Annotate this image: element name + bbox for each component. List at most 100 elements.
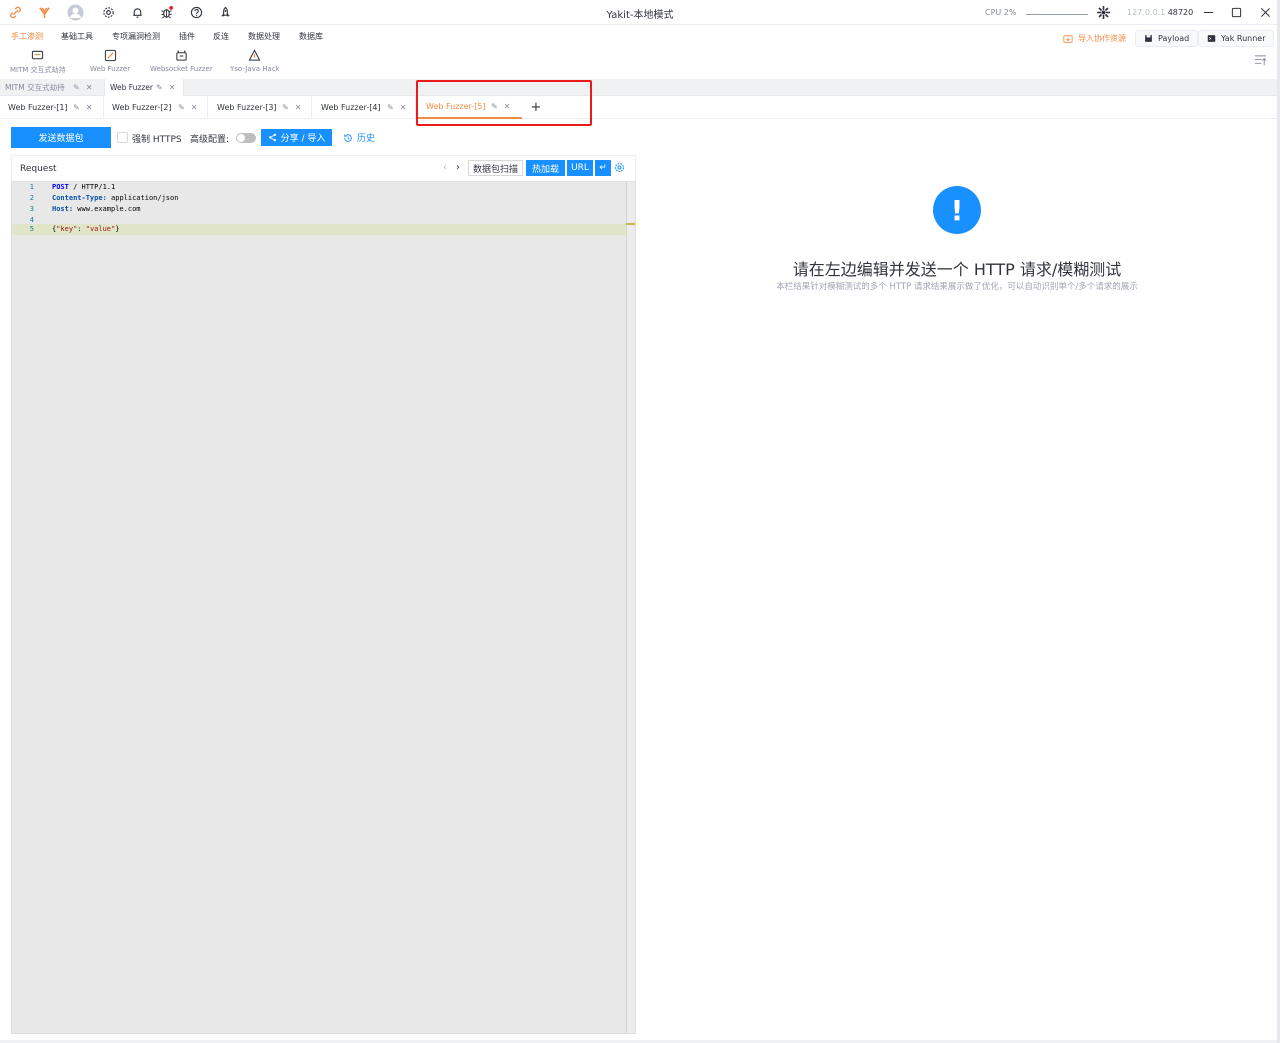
annotation-highlight-box — [416, 80, 592, 126]
engine-host: 127.0.0.1 — [1127, 8, 1166, 17]
advanced-config-switch[interactable] — [236, 133, 256, 143]
edit-icon[interactable]: ✎ — [387, 103, 394, 112]
tool-yso-java-label: Yso-Java Hack — [230, 65, 280, 73]
fuzzer-tab-bar: Web Fuzzer-[1] ✎ ✕ Web Fuzzer-[2] ✎ ✕ Web … — [0, 96, 1280, 119]
bell-icon[interactable] — [130, 5, 144, 19]
tool-mitm[interactable]: MITM 交互式劫持 — [10, 48, 66, 75]
tool-web-fuzzer[interactable]: Web Fuzzer — [90, 48, 130, 73]
close-icon[interactable]: ✕ — [86, 103, 93, 112]
packet-scan-button[interactable]: 数据包扫描 — [468, 160, 524, 176]
tool-websocket-fuzzer[interactable]: Websocket Fuzzer — [150, 48, 213, 73]
engine-status-icon[interactable] — [1096, 5, 1111, 20]
share-import-button[interactable]: 分享 / 导入 — [261, 129, 332, 146]
gear-icon[interactable] — [101, 5, 115, 19]
edit-icon[interactable]: ✎ — [73, 103, 80, 112]
yso-java-icon — [248, 48, 262, 62]
tab-web-fuzzer[interactable]: Web Fuzzer ✎ ✕ — [104, 79, 184, 96]
help-icon[interactable] — [189, 5, 203, 19]
tab-web-fuzzer-2[interactable]: Web Fuzzer-[2] ✎ ✕ — [104, 96, 208, 119]
body-key: "key" — [56, 225, 78, 233]
tab-label: Web Fuzzer-[1] — [8, 103, 68, 112]
websocket-fuzzer-icon — [174, 48, 188, 62]
url-button[interactable]: URL — [567, 160, 593, 176]
close-icon[interactable]: ✕ — [295, 103, 302, 112]
code-line: 5 {"key": "value"} — [12, 224, 628, 235]
scrollbar-cursor-marker — [626, 223, 635, 225]
payload-button[interactable]: Payload — [1135, 30, 1199, 47]
advanced-config-label: 高级配置: — [190, 135, 230, 145]
cpu-graph — [1026, 13, 1088, 15]
share-import-label: 分享 / 导入 — [280, 134, 326, 144]
close-icon[interactable]: ✕ — [169, 83, 176, 92]
close-icon[interactable]: ✕ — [86, 83, 93, 92]
close-window-icon[interactable] — [1257, 4, 1273, 20]
force-https-checkbox[interactable] — [117, 132, 128, 143]
send-request-button[interactable]: 发送数据包 — [11, 127, 111, 148]
yak-runner-button[interactable]: Yak Runner — [1198, 30, 1275, 47]
history-button[interactable]: 历史 — [343, 131, 375, 144]
menu-vuln-detection[interactable]: 专项漏洞检测 — [112, 31, 160, 42]
tab-label: Web Fuzzer-[4] — [321, 103, 381, 112]
editor-scrollbar[interactable] — [626, 182, 635, 1033]
close-icon[interactable]: ✕ — [400, 103, 407, 112]
editor-settings-icon[interactable] — [614, 162, 625, 173]
line-number: 1 — [29, 183, 34, 191]
tab-web-fuzzer-1[interactable]: Web Fuzzer-[1] ✎ ✕ — [0, 96, 104, 119]
engine-port: 48720 — [1167, 8, 1194, 17]
code-line: 1 POST / HTTP/1.1 — [12, 182, 628, 193]
request-editor[interactable]: 1 POST / HTTP/1.1 2 Content-Type: applic… — [11, 181, 636, 1034]
tab-web-fuzzer-4[interactable]: Web Fuzzer-[4] ✎ ✕ — [312, 96, 416, 119]
enter-icon: ↵ — [599, 163, 607, 173]
tool-mitm-label: MITM 交互式劫持 — [10, 66, 66, 74]
menu-manual-pentest[interactable]: 手工渗测 — [11, 31, 43, 42]
response-empty-subtitle: 本栏结果针对模糊测试的多个 HTTP 请求结果展示做了优化，可以自动识别单个/多… — [776, 282, 1138, 292]
menu-reverse[interactable]: 反连 — [213, 31, 229, 42]
edit-icon[interactable]: ✎ — [282, 103, 289, 112]
menu-plugins[interactable]: 插件 — [179, 31, 195, 42]
response-empty-title: 请在左边编辑并发送一个 HTTP 请求/模糊测试 — [792, 260, 1122, 279]
minimize-icon[interactable] — [1200, 4, 1216, 20]
hot-load-button[interactable]: 热加载 — [526, 160, 565, 176]
tool-websocket-fuzzer-label: Websocket Fuzzer — [150, 65, 213, 73]
collapse-menu-icon[interactable] — [1254, 54, 1268, 68]
import-resources-button[interactable]: 导入协作资源 — [1063, 33, 1126, 44]
cpu-usage: CPU 2% — [985, 8, 1017, 17]
edit-icon[interactable]: ✎ — [156, 83, 163, 92]
header-value: application/json — [106, 194, 179, 202]
import-icon — [1063, 34, 1073, 43]
tool-yso-java-hack[interactable]: Yso-Java Hack — [230, 48, 280, 73]
tool-web-fuzzer-label: Web Fuzzer — [90, 65, 131, 73]
chevron-right-icon[interactable]: › — [456, 162, 460, 173]
edit-icon[interactable]: ✎ — [73, 83, 80, 92]
newline-button[interactable]: ↵ — [595, 160, 611, 176]
menu-data-processing[interactable]: 数据处理 — [248, 31, 280, 42]
exclamation-icon: ! — [933, 186, 981, 234]
web-fuzzer-icon — [103, 48, 117, 62]
menu-database[interactable]: 数据库 — [299, 31, 323, 42]
code-line: 3 Host: www.example.com — [12, 204, 628, 215]
rocket-icon[interactable] — [218, 5, 232, 19]
edit-icon[interactable]: ✎ — [178, 103, 185, 112]
tab-label: Web Fuzzer-[3] — [217, 103, 277, 112]
engine-address: 127.0.0.1 48720 — [1127, 8, 1193, 17]
tab-web-fuzzer-3[interactable]: Web Fuzzer-[3] ✎ ✕ — [208, 96, 312, 119]
tab-mitm-label: MITM 交互式劫持 — [5, 83, 65, 92]
bug-icon[interactable] — [159, 5, 173, 19]
avatar-icon[interactable] — [67, 4, 84, 21]
tab-web-fuzzer-label: Web Fuzzer — [110, 83, 153, 92]
share-icon — [268, 133, 276, 142]
menu-basic-tools[interactable]: 基础工具 — [61, 31, 93, 42]
chevron-left-icon[interactable]: ‹ — [443, 162, 447, 173]
header-key: Content-Type: — [52, 194, 107, 202]
body-value: "value" — [85, 225, 116, 233]
line-number: 5 — [29, 225, 34, 233]
request-line-rest: / HTTP/1.1 — [68, 183, 116, 191]
tab-mitm[interactable]: MITM 交互式劫持 ✎ ✕ — [0, 79, 104, 96]
payload-icon — [1145, 35, 1152, 42]
close-icon[interactable]: ✕ — [191, 103, 198, 112]
link-icon[interactable] — [8, 5, 22, 19]
force-https-label: 强制 HTTPS — [132, 135, 182, 145]
yak-runner-label: Yak Runner — [1221, 34, 1266, 43]
maximize-icon[interactable] — [1228, 4, 1244, 20]
tab-label: Web Fuzzer-[2] — [112, 103, 172, 112]
